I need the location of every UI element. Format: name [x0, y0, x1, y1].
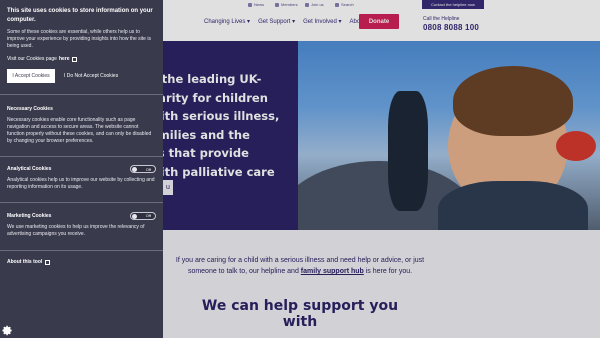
nav-get-support[interactable]: Get Support ▾ — [258, 18, 295, 25]
about-tool-link[interactable]: About this tool — [7, 259, 156, 265]
call-helpline-label: Call the Helpline — [423, 16, 460, 22]
external-link-icon — [45, 259, 51, 265]
search-icon — [335, 2, 339, 7]
reject-cookies-button[interactable]: I Do Not Accept Cookies — [64, 73, 118, 79]
nav-changing-lives[interactable]: Changing Lives ▾ — [204, 18, 250, 25]
cookie-settings-gear-icon[interactable] — [2, 325, 13, 336]
necessary-cookies-text: Necessary cookies enable core functional… — [7, 116, 152, 144]
external-link-icon — [71, 56, 77, 62]
main-nav: Changing Lives ▾ Get Support ▾ Get Invol… — [204, 18, 379, 25]
family-support-hub-link[interactable]: family support hub — [301, 268, 364, 275]
analytical-cookies-toggle[interactable]: Off — [130, 165, 156, 173]
hero-heading: e the leading UK- harity for children wi… — [150, 72, 280, 179]
about-tool-section: About this tool — [7, 250, 156, 271]
intro-text: If you are caring for a child with a ser… — [175, 257, 425, 275]
news-icon — [248, 2, 252, 7]
marketing-cookies-section: Marketing Cookies Off We use marketing c… — [7, 203, 156, 250]
donate-button[interactable]: Donate — [359, 14, 399, 29]
helpline-number[interactable]: 0808 8088 100 — [423, 23, 479, 32]
toggle-knob — [132, 167, 137, 172]
marketing-cookies-text: We use marketing cookies to help us impr… — [7, 223, 145, 237]
necessary-cookies-section: Necessary Cookies Necessary cookies enab… — [7, 95, 156, 156]
analytical-cookies-text: Analytical cookies help us to improve ou… — [7, 177, 155, 190]
members-icon — [275, 2, 279, 7]
cookie-intro-text: Some of these cookies are essential, whi… — [7, 29, 151, 49]
utility-search[interactable]: Search — [335, 2, 354, 7]
hero-cta-button[interactable]: u — [163, 180, 173, 195]
marketing-cookies-toggle[interactable]: Off — [130, 211, 156, 220]
utility-members[interactable]: Members — [275, 2, 298, 7]
utility-news[interactable]: News — [248, 2, 264, 7]
analytical-cookies-title: Analytical Cookies — [7, 166, 52, 172]
cookie-consent-panel: This site uses cookies to store informat… — [0, 0, 163, 338]
support-heading: We can help support you with — [201, 298, 399, 330]
utility-join[interactable]: Join us — [305, 2, 324, 7]
marketing-cookies-title: Marketing Cookies — [7, 212, 52, 219]
join-icon — [305, 2, 309, 7]
analytical-cookies-section: Analytical Cookies Off Analytical cookie… — [7, 156, 156, 202]
hero-photo — [298, 41, 600, 230]
necessary-cookies-title: Necessary Cookies — [7, 105, 53, 112]
helpline-contact-link[interactable]: Contact the helpline now — [422, 0, 484, 9]
accept-cookies-button[interactable]: I Accept Cookies — [7, 69, 55, 83]
nav-get-involved[interactable]: Get Involved ▾ — [303, 18, 341, 25]
cookie-panel-title: This site uses cookies to store informat… — [7, 8, 153, 23]
toggle-knob — [132, 213, 137, 219]
cookies-page-line: Visit our Cookies page here — [7, 56, 156, 62]
cookies-page-link[interactable]: here — [59, 56, 70, 62]
